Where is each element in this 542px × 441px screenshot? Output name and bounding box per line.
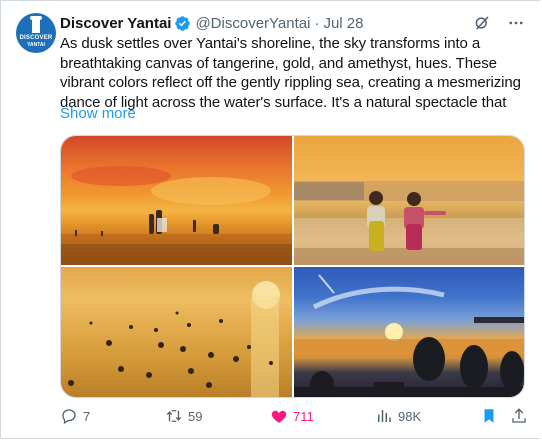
lighthouse-logo-icon xyxy=(30,16,42,33)
bookmark-button[interactable] xyxy=(480,406,498,426)
tweet-header: Discover Yantai @DiscoverYantai · Jul 28 xyxy=(60,13,363,33)
repost-count: 59 xyxy=(188,408,203,424)
avatar-text-line2: YANTAI xyxy=(27,42,45,48)
media-grid xyxy=(60,135,525,398)
bookmark-icon xyxy=(484,409,494,423)
avatar[interactable]: DISCOVER YANTAI xyxy=(16,13,56,53)
tweet-card[interactable]: DISCOVER YANTAI Discover Yantai @Discove… xyxy=(0,0,540,439)
reply-button[interactable]: 7 xyxy=(60,406,90,426)
repost-button[interactable]: 59 xyxy=(165,406,202,426)
show-more-link[interactable]: Show more xyxy=(60,105,136,122)
views-icon xyxy=(378,410,391,422)
like-icon xyxy=(271,410,287,423)
two-children-on-beach-photo[interactable] xyxy=(294,136,524,265)
like-count: 711 xyxy=(293,408,314,424)
display-name[interactable]: Discover Yantai xyxy=(60,15,171,32)
swimmers-golden-sea-photo[interactable] xyxy=(61,267,292,397)
reply-count: 7 xyxy=(83,408,91,424)
user-handle[interactable]: @DiscoverYantai xyxy=(195,15,310,32)
avatar-text-line1: DISCOVER xyxy=(19,35,53,41)
like-button[interactable]: 711 xyxy=(270,406,314,426)
repost-icon xyxy=(166,410,182,422)
share-icon xyxy=(512,408,526,423)
separator-dot: · xyxy=(314,14,320,32)
more-icon[interactable] xyxy=(506,13,526,33)
share-button[interactable] xyxy=(510,406,528,426)
views-button[interactable]: 98K xyxy=(375,406,421,426)
tweet-body: As dusk settles over Yantai's shoreline,… xyxy=(60,35,521,111)
silhouettes-watching-sunset-photo[interactable] xyxy=(294,267,524,397)
views-count: 98K xyxy=(398,408,422,424)
reply-icon xyxy=(62,409,76,424)
action-bar: 7 59 711 98K xyxy=(60,406,526,426)
tweet-text: As dusk settles over Yantai's shoreline,… xyxy=(60,34,530,112)
grok-icon[interactable] xyxy=(472,13,492,33)
verified-badge-icon[interactable] xyxy=(174,15,191,32)
post-date[interactable]: Jul 28 xyxy=(323,15,363,32)
sunset-beach-people-photo[interactable] xyxy=(61,136,292,265)
